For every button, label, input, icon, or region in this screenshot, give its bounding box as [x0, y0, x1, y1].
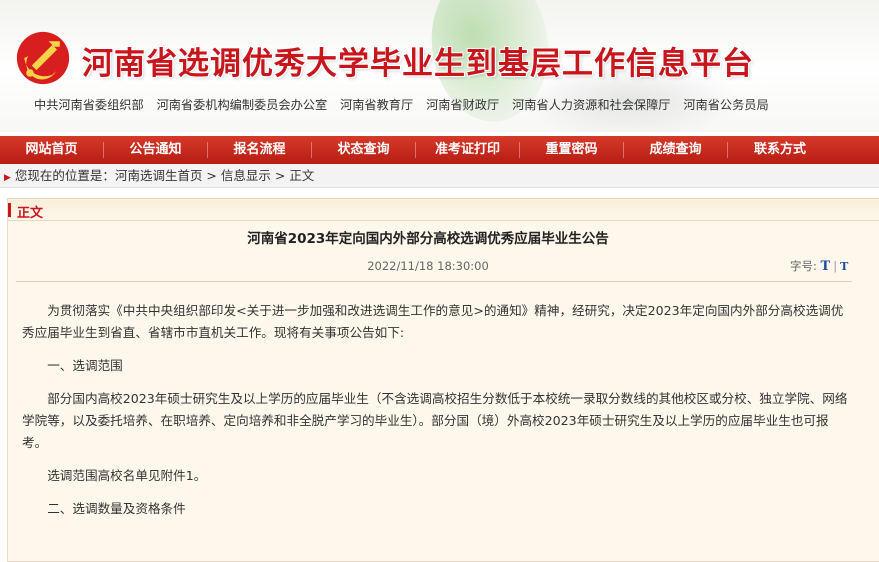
font-size-label: 字号: — [790, 259, 817, 273]
nav-item-notices[interactable]: 公告通知 — [104, 142, 208, 158]
org-name: 河南省教育厅 — [340, 98, 414, 112]
nav-item-status[interactable]: 状态查询 — [312, 142, 416, 158]
header-banner: 河南省选调优秀大学毕业生到基层工作信息平台 中共河南省委组织部 河南省委机构编制… — [0, 0, 879, 132]
font-size-small-button[interactable]: T — [840, 260, 848, 273]
breadcrumb-prefix: 您现在的位置是： — [14, 168, 115, 183]
font-size-separator: | — [833, 259, 838, 273]
article-panel: 正文 河南省2023年定向国内外部分高校选调优秀应届毕业生公告 2022/11/… — [7, 198, 879, 562]
nav-item-contact[interactable]: 联系方式 — [728, 142, 832, 158]
panel-header: 正文 — [8, 199, 879, 221]
org-name: 中共河南省委组织部 — [34, 98, 144, 112]
breadcrumb-separator: > — [270, 168, 290, 183]
breadcrumb-section-link[interactable]: 信息显示 — [221, 168, 271, 183]
nav-item-process[interactable]: 报名流程 — [208, 142, 312, 158]
article-date: 2022/11/18 18:30:00 — [367, 259, 489, 273]
arrow-right-icon: ▶ — [4, 173, 11, 183]
panel-accent-bar — [8, 203, 11, 217]
paragraph: 二、选调数量及资格条件 — [47, 501, 186, 516]
nav-item-reset-password[interactable]: 重置密码 — [520, 142, 624, 158]
paragraph: 一、选调范围 — [47, 358, 123, 373]
org-name: 河南省委机构编制委员会办公室 — [156, 98, 328, 112]
org-name: 河南省财政厅 — [426, 98, 500, 112]
main-nav: 网站首页 公告通知 报名流程 状态查询 准考证打印 重置密码 成绩查询 联系方式 — [0, 136, 879, 164]
nav-item-scores[interactable]: 成绩查询 — [624, 142, 728, 158]
font-size-control: 字号: T | T — [790, 258, 848, 274]
article-body: 为贯彻落实《中共中央组织部印发<关于进一步加强和改进选调生工作的意见>的通知》精… — [22, 300, 848, 531]
article-title: 河南省2023年定向国内外部分高校选调优秀应届毕业生公告 — [247, 231, 609, 247]
nav-item-home[interactable]: 网站首页 — [0, 142, 104, 158]
breadcrumb-separator: > — [202, 168, 221, 183]
divider — [16, 281, 852, 282]
font-size-large-button[interactable]: T — [821, 259, 831, 274]
breadcrumb-current: 正文 — [289, 168, 315, 183]
nav-item-admit-card[interactable]: 准考证打印 — [416, 142, 520, 158]
panel-tag: 正文 — [17, 206, 44, 221]
breadcrumb-home-link[interactable]: 河南选调生首页 — [115, 168, 203, 183]
organizer-list: 中共河南省委组织部 河南省委机构编制委员会办公室 河南省教育厅 河南省财政厅 河… — [34, 95, 778, 113]
site-title: 河南省选调优秀大学毕业生到基层工作信息平台 — [82, 46, 754, 82]
party-emblem-icon — [16, 31, 70, 85]
org-name: 河南省人力资源和社会保障厅 — [512, 98, 671, 112]
org-name: 河南省公务员局 — [683, 98, 769, 112]
paragraph: 选调范围高校名单见附件1。 — [47, 468, 207, 483]
breadcrumb: ▶ 您现在的位置是：河南选调生首页 > 信息显示 > 正文 — [0, 164, 879, 188]
paragraph: 为贯彻落实《中共中央组织部印发<关于进一步加强和改进选调生工作的意见>的通知》精… — [22, 303, 844, 340]
paragraph: 部分国内高校2023年硕士研究生及以上学历的应届毕业生（不含选调高校招生分数低于… — [22, 391, 848, 450]
